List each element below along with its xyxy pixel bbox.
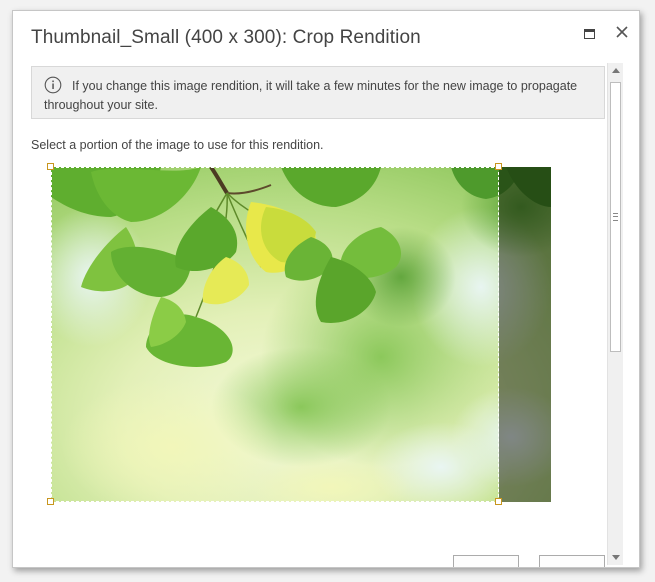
- crop-handle-bottom-left[interactable]: [47, 498, 54, 505]
- scroll-up-icon[interactable]: [612, 68, 620, 73]
- save-button[interactable]: [453, 555, 519, 567]
- outside-crop-shade: [499, 167, 551, 502]
- scroll-thumb[interactable]: [610, 82, 621, 352]
- grip-icon: [613, 213, 618, 221]
- scroll-down-icon[interactable]: [612, 555, 620, 560]
- crop-handle-top-right[interactable]: [495, 163, 502, 170]
- window-frame: Thumbnail_Small (400 x 300): Crop Rendit…: [0, 0, 655, 582]
- dialog-content: If you change this image rendition, it w…: [13, 63, 625, 567]
- maximize-icon[interactable]: [584, 29, 595, 39]
- crop-rendition-dialog: Thumbnail_Small (400 x 300): Crop Rendit…: [12, 10, 640, 568]
- crop-selection[interactable]: [51, 167, 499, 502]
- vertical-scrollbar[interactable]: [607, 63, 623, 565]
- close-icon[interactable]: [613, 23, 631, 41]
- instruction-text: Select a portion of the image to use for…: [31, 138, 324, 152]
- notice-text: If you change this image rendition, it w…: [44, 79, 578, 112]
- dialog-title: Thumbnail_Small (400 x 300): Crop Rendit…: [31, 27, 421, 48]
- crop-handle-bottom-right[interactable]: [495, 498, 502, 505]
- crop-handle-top-left[interactable]: [47, 163, 54, 170]
- info-notice: If you change this image rendition, it w…: [31, 66, 605, 119]
- cancel-button[interactable]: [539, 555, 605, 567]
